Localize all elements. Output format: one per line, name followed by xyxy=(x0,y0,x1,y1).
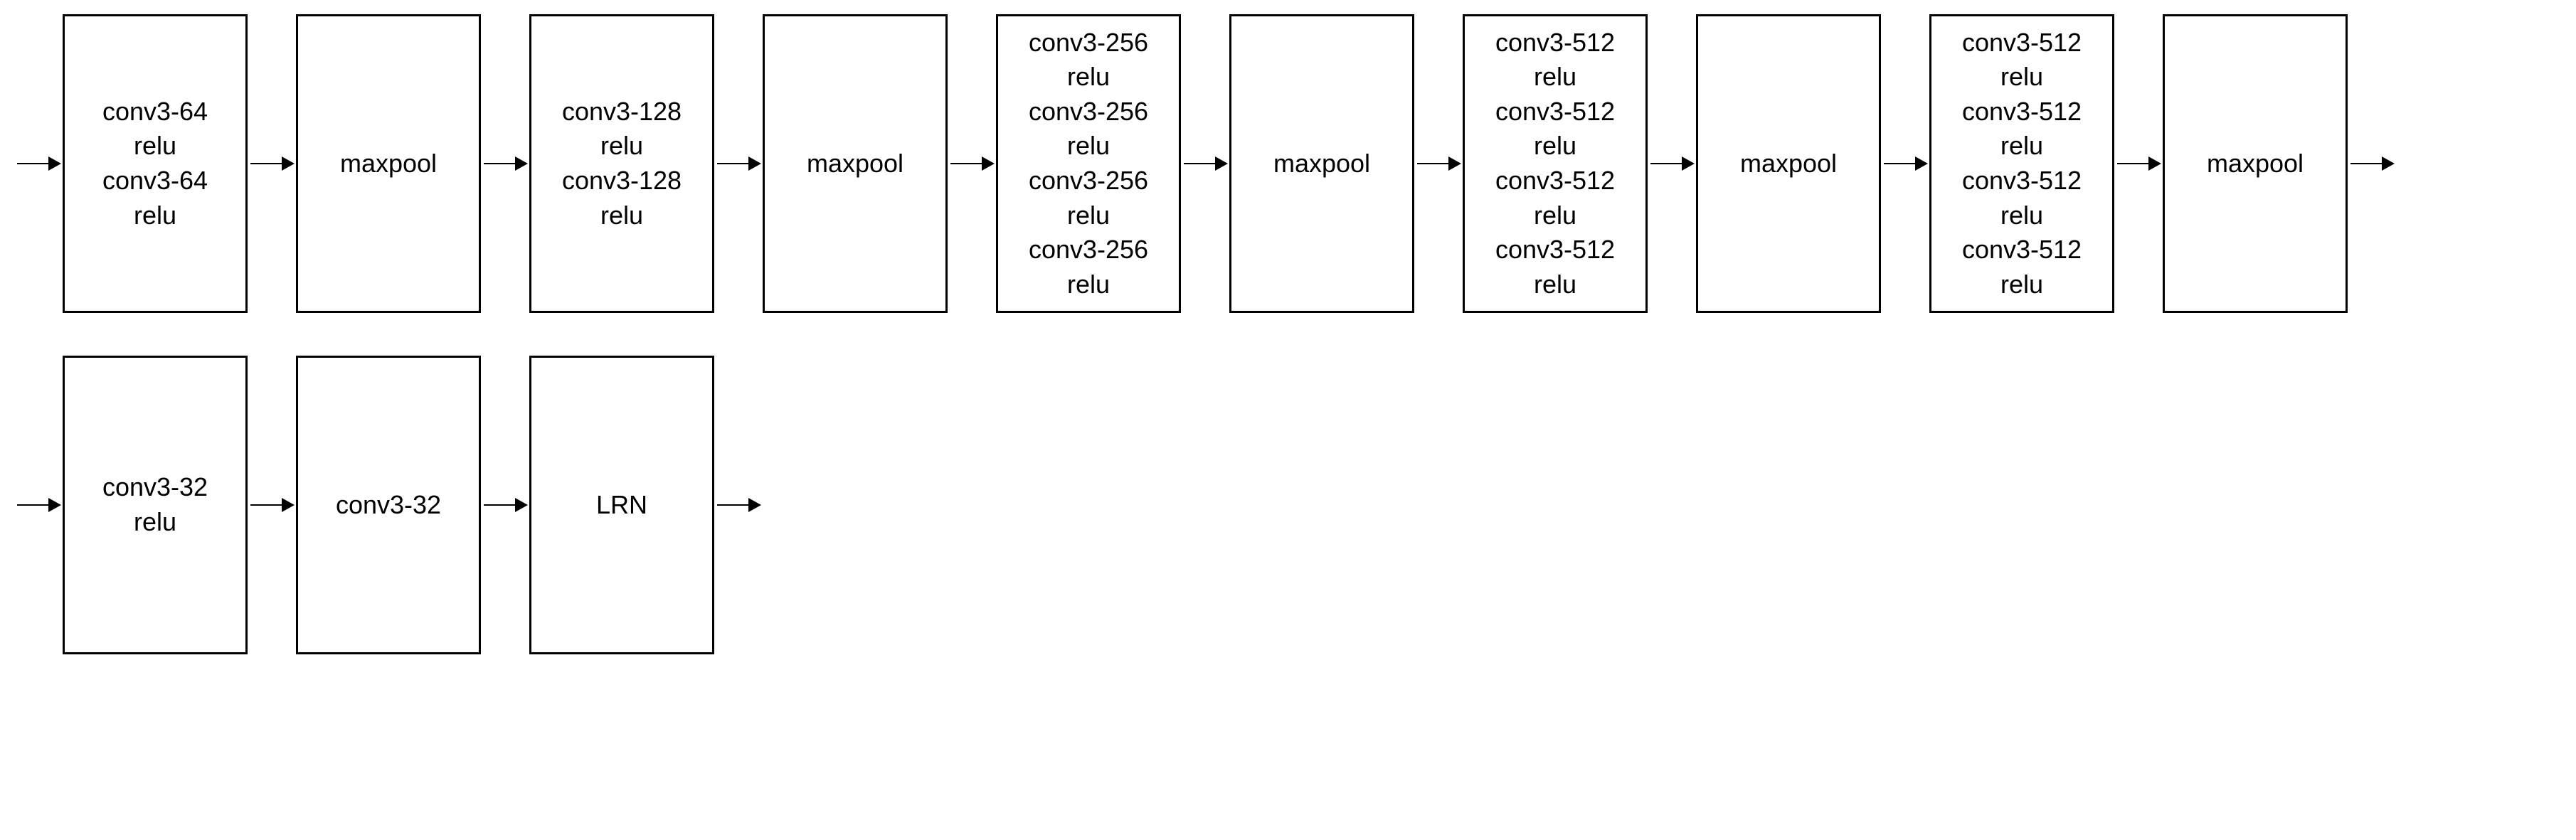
layer-text: conv3-512 xyxy=(1495,26,1615,60)
layer-text: relu xyxy=(1067,198,1110,233)
layer-text: conv3-128 xyxy=(562,164,682,198)
layer-block-maxpool: maxpool xyxy=(2163,14,2348,313)
arrow-icon xyxy=(1650,163,1693,164)
layer-text: relu xyxy=(1067,267,1110,302)
layer-text: conv3-256 xyxy=(1029,95,1148,129)
layer-text: relu xyxy=(134,505,176,540)
layer-text: conv3-64 xyxy=(102,164,208,198)
arrow-icon xyxy=(484,163,526,164)
layer-text: relu xyxy=(1534,267,1576,302)
layer-text: maxpool xyxy=(1740,147,1837,181)
layer-text: relu xyxy=(2000,129,2043,164)
arrow-icon xyxy=(1884,163,1926,164)
layer-text: relu xyxy=(600,129,643,164)
layer-block-conv512: conv3-512 relu conv3-512 relu conv3-512 … xyxy=(1929,14,2114,313)
arrow-icon xyxy=(250,504,293,506)
layer-text: relu xyxy=(1534,198,1576,233)
layer-text: conv3-256 xyxy=(1029,164,1148,198)
layer-text: conv3-512 xyxy=(1495,95,1615,129)
layer-text: LRN xyxy=(596,488,647,523)
layer-text: maxpool xyxy=(807,147,903,181)
layer-text: relu xyxy=(1534,129,1576,164)
layer-text: relu xyxy=(2000,267,2043,302)
layer-block-conv512: conv3-512 relu conv3-512 relu conv3-512 … xyxy=(1463,14,1648,313)
arrow-icon xyxy=(17,504,60,506)
arrow-icon xyxy=(2350,163,2393,164)
layer-block-maxpool: maxpool xyxy=(1229,14,1414,313)
layer-text: relu xyxy=(134,129,176,164)
arrow-icon xyxy=(1417,163,1460,164)
layer-text: conv3-512 xyxy=(1495,164,1615,198)
layer-block-conv32: conv3-32 relu xyxy=(63,356,248,654)
layer-block-conv128: conv3-128 relu conv3-128 relu xyxy=(529,14,714,313)
arrow-icon xyxy=(717,504,760,506)
arrow-icon xyxy=(950,163,993,164)
arrow-icon xyxy=(2117,163,2160,164)
layer-text: conv3-512 xyxy=(1962,26,2082,60)
diagram-row-1: conv3-64 relu conv3-64 relu maxpool conv… xyxy=(14,14,2562,313)
layer-block-maxpool: maxpool xyxy=(1696,14,1881,313)
arrow-icon xyxy=(250,163,293,164)
layer-text: maxpool xyxy=(340,147,437,181)
layer-text: conv3-256 xyxy=(1029,26,1148,60)
layer-text: conv3-256 xyxy=(1029,233,1148,267)
layer-block-maxpool: maxpool xyxy=(763,14,948,313)
layer-text: conv3-512 xyxy=(1495,233,1615,267)
layer-text: relu xyxy=(1067,60,1110,95)
layer-text: conv3-512 xyxy=(1962,95,2082,129)
layer-text: relu xyxy=(1534,60,1576,95)
layer-text: relu xyxy=(2000,60,2043,95)
layer-block-lrn: LRN xyxy=(529,356,714,654)
layer-text: conv3-512 xyxy=(1962,164,2082,198)
layer-block-conv32: conv3-32 xyxy=(296,356,481,654)
layer-text: relu xyxy=(134,198,176,233)
layer-text: conv3-64 xyxy=(102,95,208,129)
layer-text: relu xyxy=(600,198,643,233)
layer-text: conv3-32 xyxy=(336,488,441,523)
layer-block-maxpool: maxpool xyxy=(296,14,481,313)
arrow-icon xyxy=(1184,163,1226,164)
layer-text: relu xyxy=(1067,129,1110,164)
diagram-row-2: conv3-32 relu conv3-32 LRN xyxy=(14,356,2562,654)
layer-block-conv64: conv3-64 relu conv3-64 relu xyxy=(63,14,248,313)
arrow-icon xyxy=(484,504,526,506)
layer-text: conv3-512 xyxy=(1962,233,2082,267)
layer-text: maxpool xyxy=(1273,147,1370,181)
layer-block-conv256: conv3-256 relu conv3-256 relu conv3-256 … xyxy=(996,14,1181,313)
arrow-icon xyxy=(17,163,60,164)
layer-text: maxpool xyxy=(2207,147,2304,181)
layer-text: conv3-32 xyxy=(102,470,208,505)
arrow-icon xyxy=(717,163,760,164)
layer-text: relu xyxy=(2000,198,2043,233)
layer-text: conv3-128 xyxy=(562,95,682,129)
